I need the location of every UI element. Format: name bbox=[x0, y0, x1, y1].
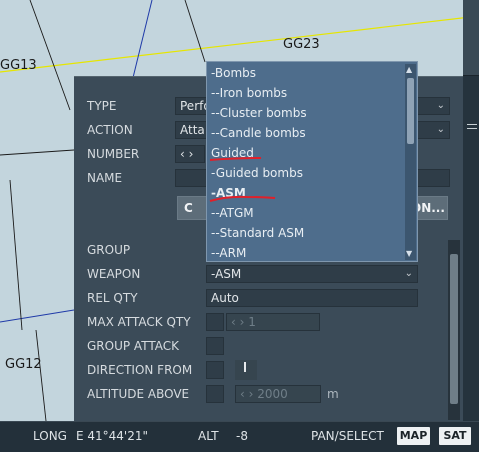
right-panel-header bbox=[463, 0, 479, 76]
rel-qty-select[interactable]: Auto bbox=[206, 289, 418, 307]
red-underline-annotations bbox=[209, 157, 276, 202]
direction-from-checkbox[interactable] bbox=[206, 361, 224, 379]
scroll-up-icon[interactable]: ▲ bbox=[406, 65, 412, 74]
grid-label-gg13: GG13 bbox=[0, 58, 37, 73]
longitude-label: LONG bbox=[33, 429, 67, 443]
weapon-value: -ASM bbox=[211, 267, 242, 281]
number-value: ‹ › bbox=[180, 147, 194, 161]
group-label: GROUP bbox=[87, 243, 131, 257]
group-attack-checkbox[interactable] bbox=[206, 337, 224, 355]
action-button-left[interactable]: C bbox=[177, 196, 207, 220]
max-attack-qty-checkbox[interactable] bbox=[206, 313, 224, 331]
chevron-down-icon: ⌄ bbox=[404, 268, 413, 279]
group-attack-label: GROUP ATTACK bbox=[87, 339, 179, 353]
map-button[interactable]: MAP bbox=[397, 427, 430, 445]
max-attack-qty-label: MAX ATTACK QTY bbox=[87, 315, 191, 329]
rel-qty-label: REL QTY bbox=[87, 291, 138, 305]
number-label: NUMBER bbox=[87, 147, 140, 161]
weapon-label: WEAPON bbox=[87, 267, 141, 281]
weapon-select[interactable]: -ASM ⌄ bbox=[206, 265, 418, 283]
scroll-down-icon[interactable]: ▼ bbox=[406, 249, 412, 258]
altitude-label: ALT bbox=[198, 429, 219, 443]
action-label: ACTION bbox=[87, 123, 133, 137]
altitude-above-checkbox[interactable] bbox=[206, 385, 224, 403]
max-attack-qty-value: ‹ › 1 bbox=[231, 315, 256, 329]
mode-label: PAN/SELECT bbox=[311, 429, 384, 443]
grid-label-gg23: GG23 bbox=[283, 37, 320, 52]
right-panel-divider bbox=[467, 128, 477, 129]
grid-label-gg12: GG12 bbox=[5, 357, 42, 372]
max-attack-qty-stepper[interactable]: ‹ › 1 bbox=[226, 313, 320, 331]
altitude-value: -8 bbox=[236, 429, 248, 443]
action-button-left-label: C bbox=[184, 201, 193, 215]
direction-dial[interactable] bbox=[235, 360, 257, 380]
direction-needle-icon bbox=[244, 362, 246, 372]
right-panel-divider bbox=[467, 124, 477, 125]
name-label: NAME bbox=[87, 171, 123, 185]
sat-button[interactable]: SAT bbox=[439, 427, 471, 445]
altitude-above-value: ‹ › 2000 bbox=[240, 387, 288, 401]
status-bar: LONG E 41°44'21" ALT -8 PAN/SELECT MAP S… bbox=[0, 421, 479, 452]
chevron-down-icon: ⌄ bbox=[436, 124, 445, 135]
altitude-above-label: ALTITUDE ABOVE bbox=[87, 387, 190, 401]
altitude-unit: m bbox=[327, 387, 339, 401]
panel-scroll-thumb[interactable] bbox=[450, 254, 458, 404]
altitude-above-stepper[interactable]: ‹ › 2000 bbox=[235, 385, 321, 403]
chevron-down-icon: ⌄ bbox=[436, 100, 445, 111]
longitude-value: E 41°44'21" bbox=[76, 429, 149, 443]
right-side-panel bbox=[463, 0, 479, 452]
rel-qty-value: Auto bbox=[211, 291, 239, 305]
dropdown-scroll-thumb[interactable] bbox=[407, 78, 414, 144]
dropdown-scrollbar[interactable]: ▲ ▼ bbox=[405, 64, 416, 260]
action-value: Atta bbox=[180, 123, 205, 137]
panel-scrollbar[interactable] bbox=[448, 240, 460, 420]
weapon-dropdown-list[interactable]: -Bombs --Iron bombs --Cluster bombs --Ca… bbox=[206, 61, 418, 262]
type-label: TYPE bbox=[87, 99, 117, 113]
number-stepper[interactable]: ‹ › bbox=[175, 145, 205, 163]
direction-from-label: DIRECTION FROM bbox=[87, 363, 193, 377]
